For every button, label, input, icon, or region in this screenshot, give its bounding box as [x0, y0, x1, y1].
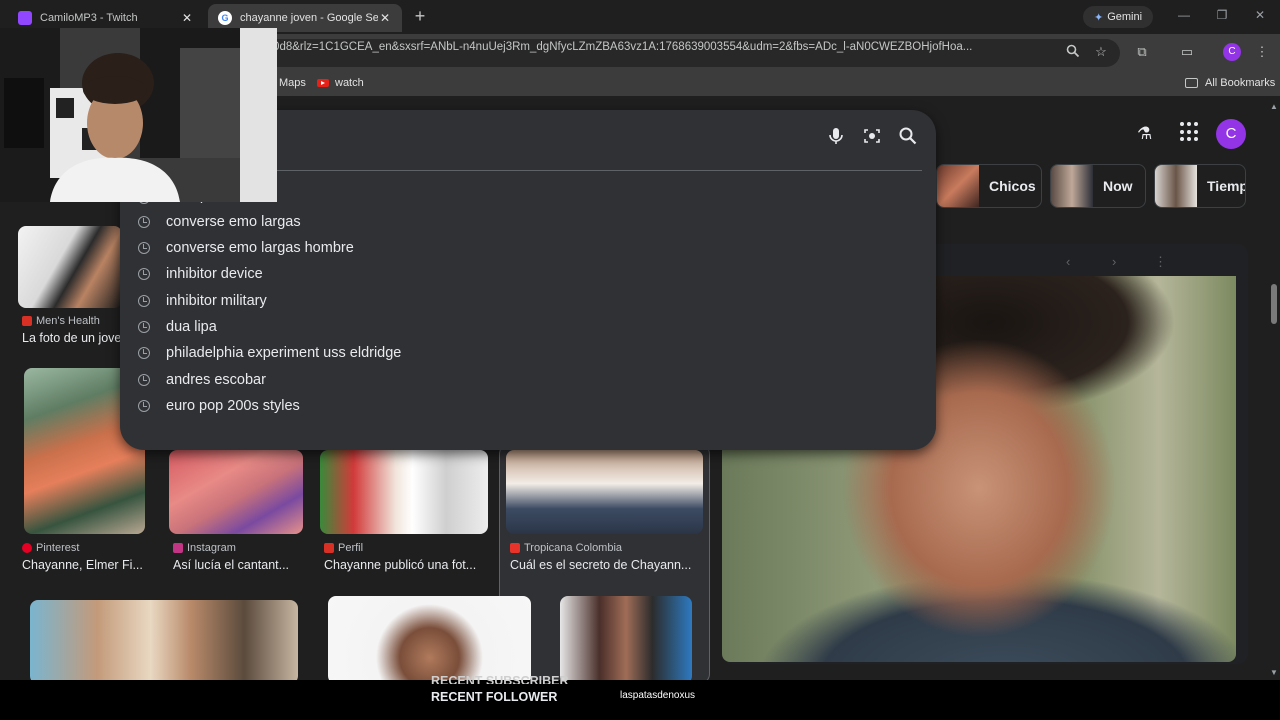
- history-icon: [138, 242, 150, 254]
- apps-grid-icon[interactable]: [1180, 122, 1200, 142]
- zoom-icon[interactable]: [1064, 44, 1082, 61]
- suggestion-item[interactable]: converse emo largas: [120, 209, 936, 235]
- chip-tiempo[interactable]: Tiemp: [1154, 164, 1246, 208]
- result-image[interactable]: [328, 596, 531, 680]
- suggestion-item[interactable]: philadelphia experiment uss eldridge: [120, 340, 936, 366]
- scroll-down-icon[interactable]: ▼: [1270, 668, 1278, 677]
- chip-thumbnail: [1051, 165, 1093, 207]
- maximize-icon[interactable]: ❐: [1214, 8, 1230, 22]
- microphone-icon[interactable]: [824, 124, 848, 148]
- recent-follower-label: RECENT FOLLOWER: [431, 690, 558, 704]
- history-icon: [138, 374, 150, 386]
- history-icon: [138, 400, 150, 412]
- result-image[interactable]: [320, 450, 488, 534]
- next-icon[interactable]: ›: [1112, 254, 1116, 269]
- webcam-overlay: [0, 28, 277, 202]
- result-title[interactable]: Chayanne publicó una fot...: [324, 558, 484, 572]
- result-source: Perfil: [324, 542, 363, 554]
- suggestion-item[interactable]: euro pop 200s styles: [120, 393, 936, 419]
- result-source: Pinterest: [22, 542, 79, 554]
- result-title[interactable]: Cuál es el secreto de Chayann...: [510, 558, 698, 572]
- history-icon: [138, 268, 150, 280]
- result-title[interactable]: Así lucía el cantant...: [173, 558, 301, 572]
- history-icon: [138, 321, 150, 333]
- profile-avatar[interactable]: C: [1223, 43, 1241, 61]
- result-source: Tropicana Colombia: [510, 542, 622, 554]
- result-image[interactable]: [560, 596, 692, 680]
- chip-thumbnail: [1155, 165, 1197, 207]
- scroll-up-icon[interactable]: ▲: [1270, 102, 1278, 111]
- previous-icon[interactable]: ‹: [1066, 254, 1070, 269]
- webcam-feed: [0, 28, 277, 202]
- gemini-button[interactable]: ✦ Gemini: [1083, 6, 1153, 28]
- url-text[interactable]: =4ba3af865432350d8&rlz=1C1GCEA_en&sxsrf=…: [180, 41, 1055, 53]
- mens-health-icon: [22, 316, 32, 326]
- folder-icon: [1185, 78, 1198, 88]
- pinterest-icon: [22, 543, 32, 553]
- suggestion-item[interactable]: converse emo largas hombre: [120, 235, 936, 261]
- twitch-icon: [18, 11, 32, 25]
- chip-chicos[interactable]: Chicos: [936, 164, 1042, 208]
- recent-subscriber-label: RECENT SUBSCRIBER: [431, 674, 569, 684]
- suggestion-item[interactable]: andres escobar: [120, 367, 936, 393]
- minimize-icon[interactable]: —: [1176, 8, 1192, 22]
- result-image[interactable]: [506, 450, 703, 534]
- result-image[interactable]: [169, 450, 303, 534]
- new-tab-button[interactable]: +: [410, 6, 430, 28]
- labs-icon[interactable]: ⚗: [1137, 124, 1152, 144]
- menu-icon[interactable]: ⋮: [1253, 44, 1271, 60]
- result-title[interactable]: La foto de un jove: [22, 331, 122, 345]
- bookmark-watch[interactable]: watch: [317, 77, 364, 89]
- close-icon[interactable]: ✕: [180, 11, 194, 25]
- perfil-icon: [324, 543, 334, 553]
- chip-now[interactable]: Now: [1050, 164, 1146, 208]
- more-options-icon[interactable]: ⋮: [1154, 254, 1167, 270]
- youtube-icon: [317, 79, 329, 87]
- suggestion-item[interactable]: dua lipa: [120, 314, 936, 340]
- result-image[interactable]: [30, 600, 298, 680]
- result-source: Instagram: [173, 542, 236, 554]
- history-icon: [138, 216, 150, 228]
- lens-camera-icon[interactable]: [860, 124, 884, 148]
- page-scrollbar[interactable]: ▲ ▼: [1268, 96, 1280, 680]
- account-avatar[interactable]: C: [1216, 119, 1246, 149]
- search-icon[interactable]: [896, 124, 920, 148]
- stream-overlay-bar: RECENT SUBSCRIBER RECENT FOLLOWER laspat…: [0, 674, 1280, 720]
- all-bookmarks[interactable]: All Bookmarks: [1185, 77, 1275, 89]
- suggestion-item[interactable]: inhibitor device: [120, 261, 936, 287]
- scrollbar-thumb[interactable]: [1271, 284, 1277, 324]
- tab-search-icon[interactable]: ▭: [1178, 44, 1196, 60]
- gemini-icon: ✦: [1093, 11, 1104, 24]
- result-source: Men's Health: [22, 315, 100, 327]
- screen: CamiloMP3 - Twitch ✕ G chayanne joven - …: [0, 0, 1280, 720]
- history-icon: [138, 295, 150, 307]
- chip-thumbnail: [937, 165, 979, 207]
- tab-title: CamiloMP3 - Twitch: [40, 12, 138, 24]
- history-icon: [138, 347, 150, 359]
- recent-follower-name: laspatasdenoxus: [620, 690, 696, 701]
- extensions-icon[interactable]: ⧉: [1133, 44, 1151, 60]
- bookmark-maps[interactable]: Maps: [279, 77, 306, 89]
- close-icon[interactable]: ✕: [378, 11, 392, 25]
- bookmark-star-icon[interactable]: ☆: [1092, 44, 1110, 60]
- tropicana-icon: [510, 543, 520, 553]
- suggestion-item[interactable]: inhibitor military: [120, 288, 936, 314]
- gemini-label: Gemini: [1107, 11, 1143, 23]
- tab-title: chayanne joven - Google Search: [240, 12, 378, 24]
- result-title[interactable]: Chayanne, Elmer Fi...: [22, 558, 148, 572]
- google-icon: G: [218, 11, 232, 25]
- instagram-icon: [173, 543, 183, 553]
- result-image[interactable]: [18, 226, 122, 308]
- close-window-icon[interactable]: ✕: [1252, 8, 1268, 22]
